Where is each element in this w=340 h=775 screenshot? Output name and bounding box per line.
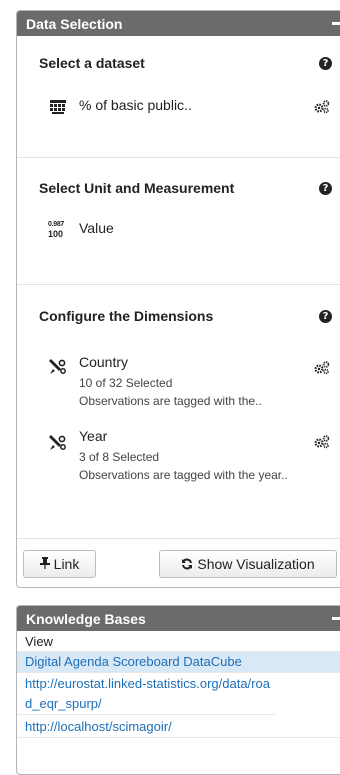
dimension-settings-gear-icon[interactable] bbox=[314, 435, 330, 454]
knowledge-bases-header[interactable]: Knowledge Bases bbox=[17, 606, 340, 631]
pin-icon bbox=[39, 556, 50, 572]
dimension-pin-icon bbox=[48, 433, 68, 458]
help-icon[interactable]: ? bbox=[319, 182, 332, 195]
collapse-icon[interactable] bbox=[332, 617, 340, 620]
dimension-name[interactable]: Country bbox=[79, 354, 128, 370]
knowledge-base-item[interactable]: http://eurostat.linked-statistics.org/da… bbox=[17, 674, 275, 715]
refresh-icon bbox=[181, 558, 193, 570]
dimension-name[interactable]: Year bbox=[79, 428, 107, 444]
show-visualization-button[interactable]: Show Visualization bbox=[159, 550, 337, 578]
dimension-description: Observations are tagged with the.. bbox=[79, 394, 262, 408]
dataset-name[interactable]: % of basic public.. bbox=[79, 97, 192, 113]
measure-name[interactable]: Value bbox=[79, 220, 114, 236]
dimension-count: 3 of 8 Selected bbox=[79, 450, 160, 464]
dataset-settings-gear-icon[interactable] bbox=[314, 100, 330, 119]
knowledge-bases-title: Knowledge Bases bbox=[26, 610, 146, 627]
knowledge-base-item[interactable]: http://localhost/scimagoir/ bbox=[17, 717, 340, 738]
dimension-settings-gear-icon[interactable] bbox=[314, 361, 330, 380]
dimension-pin-icon bbox=[48, 357, 68, 382]
collapse-icon[interactable] bbox=[332, 22, 340, 25]
select-dataset-title: Select a dataset bbox=[39, 55, 145, 71]
dimension-count: 10 of 32 Selected bbox=[79, 376, 173, 390]
section-divider bbox=[17, 284, 340, 285]
data-selection-panel: Data Selection Select a dataset ? % of b… bbox=[16, 10, 340, 588]
select-unit-title: Select Unit and Measurement bbox=[39, 180, 235, 196]
help-icon[interactable]: ? bbox=[319, 310, 332, 323]
dimension-description: Observations are tagged with the year.. bbox=[79, 468, 288, 482]
knowledge-base-item[interactable]: Digital Agenda Scoreboard DataCube bbox=[17, 652, 340, 673]
section-divider bbox=[17, 538, 340, 539]
knowledge-bases-panel: Knowledge Bases View Digital Agenda Scor… bbox=[16, 605, 340, 775]
dataset-cube-icon bbox=[48, 97, 68, 120]
link-button[interactable]: Link bbox=[23, 550, 96, 578]
data-selection-header[interactable]: Data Selection bbox=[17, 11, 340, 36]
section-divider bbox=[17, 157, 340, 158]
data-selection-title: Data Selection bbox=[26, 15, 123, 32]
help-icon[interactable]: ? bbox=[319, 57, 332, 70]
configure-dimensions-title: Configure the Dimensions bbox=[39, 308, 214, 324]
view-label: View bbox=[17, 632, 340, 652]
measure-number-icon: 0.987 100 bbox=[48, 221, 65, 239]
